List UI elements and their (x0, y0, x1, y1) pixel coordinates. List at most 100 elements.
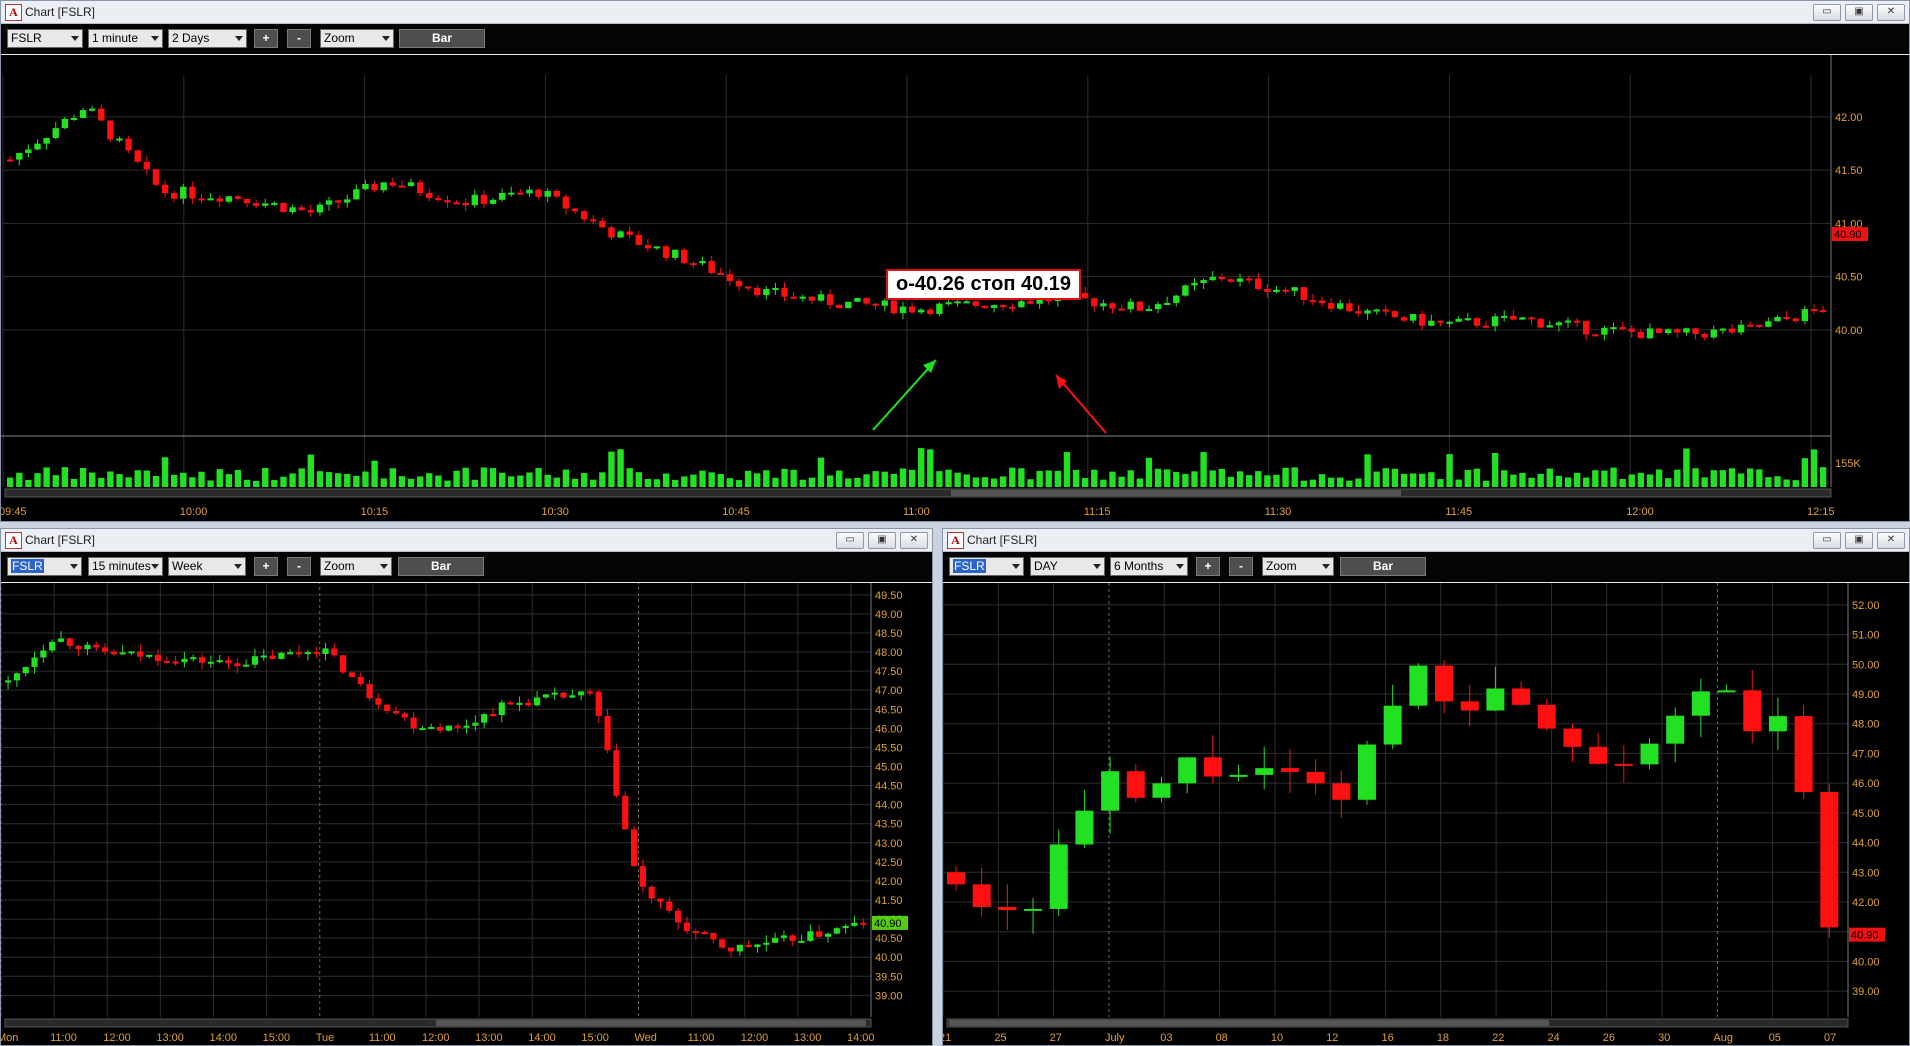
volume-bar (863, 474, 870, 487)
candle-down (198, 198, 205, 201)
x-axis-label: 05 (1769, 1032, 1781, 1044)
range-select[interactable]: Week (168, 557, 246, 576)
candle-down (1264, 289, 1271, 293)
volume-bar (152, 475, 160, 487)
maximize-button[interactable]: ▣ (1845, 532, 1873, 549)
interval-select[interactable]: 15 minutes (88, 557, 163, 576)
candle-down (225, 660, 232, 664)
volume-bar (553, 477, 560, 487)
volume-bar (1555, 475, 1563, 487)
candle-up (569, 695, 576, 698)
volume-bar (799, 479, 806, 487)
candle-down (872, 303, 879, 306)
volume-bar (116, 474, 123, 487)
candle-up (260, 655, 267, 658)
candle-down (927, 309, 934, 314)
volume-bar (708, 472, 715, 487)
interval-select[interactable]: DAY (1030, 557, 1105, 576)
candle-down (790, 296, 797, 299)
chart-area[interactable]: 52.00 51.00 50.00 49.00 48.00 47.00 46.00 45.00… (943, 583, 1909, 1045)
volume-bar (744, 470, 752, 487)
close-button[interactable]: ✕ (1877, 4, 1905, 21)
volume-bar (216, 469, 223, 487)
minimize-button[interactable]: ▭ (836, 532, 864, 549)
volume-bar (1464, 469, 1471, 487)
zoom-in-button[interactable]: + (1196, 557, 1220, 576)
volume-bar (43, 467, 50, 487)
x-axis-label: 10:45 (722, 506, 750, 518)
volume-bar (981, 477, 989, 487)
candle-down (630, 829, 638, 867)
zoom-select[interactable]: Zoom (320, 29, 394, 48)
x-axis-label: July (1105, 1032, 1125, 1044)
candle-up (799, 296, 806, 299)
candle-down (307, 210, 315, 213)
range-select[interactable]: 2 Days (168, 29, 247, 48)
candle-up (88, 108, 96, 111)
symbol-select[interactable]: FSLR (7, 557, 82, 576)
candle-down (644, 245, 652, 249)
zoom-out-button[interactable]: - (287, 29, 311, 48)
candle-up (763, 942, 770, 945)
close-button[interactable]: ✕ (1877, 532, 1905, 549)
volume-bar (1455, 479, 1462, 487)
volume-bar (134, 470, 141, 487)
candle-up (344, 199, 351, 203)
candle-down (675, 910, 682, 923)
volume-bar (1173, 472, 1180, 487)
scrollbar-thumb (949, 1020, 1549, 1026)
zoom-select[interactable]: Zoom (320, 557, 392, 576)
candle-down (826, 294, 834, 305)
chart-area[interactable]: 49.50 49.00 48.50 48.00 47.50 47.00 46.50 46.00… (1, 581, 932, 1045)
symbol-select[interactable]: FSLR (949, 557, 1024, 576)
zoom-in-button[interactable]: + (254, 29, 278, 48)
range-select[interactable]: 6 Months (1110, 557, 1188, 576)
candle-down (1747, 324, 1754, 327)
x-axis-label: 12:15 (1807, 506, 1835, 518)
volume-bar (1646, 474, 1654, 487)
zoom-in-button[interactable]: + (254, 557, 278, 576)
candle-down (480, 194, 488, 204)
maximize-button[interactable]: ▣ (1845, 4, 1873, 21)
volume-bar (1801, 458, 1809, 487)
candle-up (780, 935, 788, 938)
candle-down (110, 651, 117, 655)
volume-bar (1719, 470, 1727, 487)
volume-bar (1218, 468, 1226, 487)
volume-bar (1765, 477, 1772, 487)
candle-up (16, 153, 23, 160)
minimize-button[interactable]: ▭ (1813, 532, 1841, 549)
candle-up (472, 722, 479, 726)
volume-bar (234, 469, 242, 487)
zoom-select[interactable]: Zoom (1262, 557, 1334, 576)
candle-down (657, 898, 664, 902)
bar-type-button[interactable]: Bar (399, 29, 485, 48)
zoom-out-button[interactable]: - (287, 557, 311, 576)
volume-bar (1355, 478, 1362, 487)
title-bar[interactable]: A Chart [FSLR] ▭ ▣ ✕ (1, 1, 1909, 24)
volume-bar (1810, 449, 1818, 487)
bar-type-button[interactable]: Bar (1340, 557, 1426, 576)
zoom-out-button[interactable]: - (1229, 557, 1253, 576)
volume-bar (1792, 480, 1799, 487)
symbol-select[interactable]: FSLR (7, 29, 83, 48)
interval-select[interactable]: 1 minute (88, 29, 163, 48)
candle-down (1783, 316, 1790, 319)
volume-bar (936, 471, 943, 487)
close-button[interactable]: ✕ (900, 532, 928, 549)
candle-down (398, 185, 406, 188)
candle-down (1674, 329, 1681, 333)
bar-type-button[interactable]: Bar (398, 557, 484, 576)
candle-up (84, 644, 91, 650)
candle-down (462, 202, 469, 206)
volume-bar (298, 468, 305, 487)
title-bar[interactable]: A Chart [FSLR] ▭ ▣ ✕ (1, 529, 932, 552)
minimize-button[interactable]: ▭ (1813, 4, 1841, 21)
y-axis-label: 48.00 (875, 647, 903, 659)
title-bar[interactable]: A Chart [FSLR] ▭ ▣ ✕ (943, 529, 1909, 552)
volume-bar (353, 475, 360, 487)
volume-bar (1692, 468, 1699, 487)
maximize-button[interactable]: ▣ (868, 532, 896, 549)
candle-down (863, 298, 870, 304)
candle-down (604, 715, 611, 751)
